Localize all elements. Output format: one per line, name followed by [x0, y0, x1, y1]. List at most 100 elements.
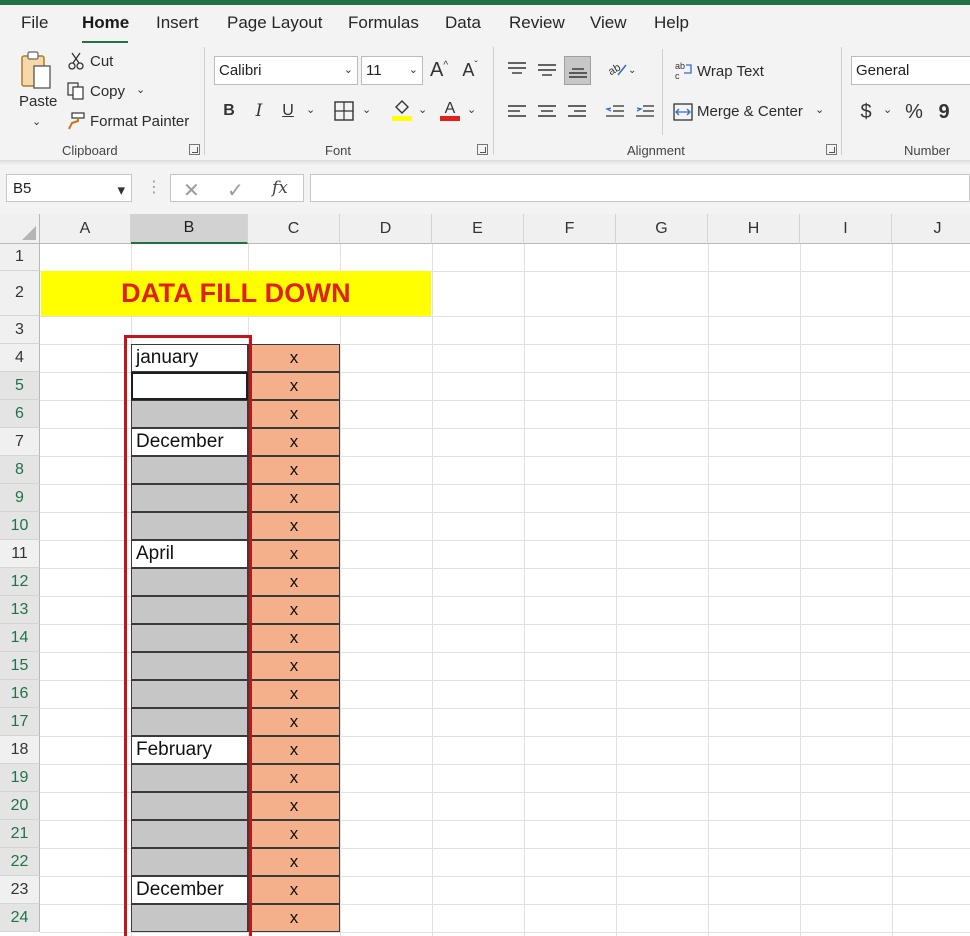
row-header-7[interactable]: 7 — [0, 428, 40, 456]
tab-home[interactable]: Home — [82, 13, 129, 33]
cell-b21[interactable] — [131, 820, 248, 848]
fill-color-icon[interactable] — [390, 97, 414, 123]
title-banner[interactable]: DATA FILL DOWN — [41, 271, 431, 316]
cell-b10[interactable] — [131, 512, 248, 540]
chevron-down-icon[interactable]: ⌄ — [418, 103, 427, 116]
comma-style-button[interactable]: 9 — [935, 99, 953, 125]
chevron-down-icon[interactable]: ▾ — [117, 181, 125, 199]
cell-c24[interactable]: x — [248, 904, 340, 932]
chevron-down-icon[interactable]: ⌄ — [32, 115, 41, 128]
row-header-15[interactable]: 15 — [0, 652, 40, 680]
insert-function-button[interactable]: fx — [272, 178, 288, 198]
formula-input[interactable] — [310, 174, 970, 202]
increase-indent-icon[interactable] — [633, 99, 657, 125]
row-header-20[interactable]: 20 — [0, 792, 40, 820]
row-header-19[interactable]: 19 — [0, 764, 40, 792]
chevron-down-icon[interactable]: ⌄ — [306, 103, 315, 116]
underline-button[interactable]: U — [277, 99, 299, 123]
row-header-1[interactable]: 1 — [0, 244, 40, 271]
column-header-h[interactable]: H — [708, 214, 800, 244]
cell-c21[interactable]: x — [248, 820, 340, 848]
cell-b11[interactable]: April — [131, 540, 248, 568]
cell-b23[interactable]: December — [131, 876, 248, 904]
select-all-button[interactable] — [0, 214, 40, 244]
currency-button[interactable]: $ — [856, 99, 876, 125]
row-header-21[interactable]: 21 — [0, 820, 40, 848]
row-header-10[interactable]: 10 — [0, 512, 40, 540]
row-header-14[interactable]: 14 — [0, 624, 40, 652]
enter-icon[interactable]: ✓ — [227, 178, 244, 203]
decrease-indent-icon[interactable] — [603, 99, 627, 125]
tab-formulas[interactable]: Formulas — [348, 13, 419, 33]
align-center-icon[interactable] — [535, 99, 559, 125]
column-header-f[interactable]: F — [524, 214, 616, 244]
cell-b6[interactable] — [131, 400, 248, 428]
worksheet-grid[interactable]: january x x x December x x x x April x x x x x x x Februa… — [0, 214, 970, 936]
align-left-icon[interactable] — [505, 99, 529, 125]
font-size-select[interactable]: 11 ⌄ — [361, 56, 423, 85]
cell-c6[interactable]: x — [248, 400, 340, 428]
copy-button[interactable]: Copy — [90, 83, 125, 100]
cell-c7[interactable]: x — [248, 428, 340, 456]
cell-c17[interactable]: x — [248, 708, 340, 736]
column-header-d[interactable]: D — [340, 214, 432, 244]
align-bottom-icon[interactable] — [564, 56, 591, 85]
paste-button[interactable]: Paste — [19, 93, 57, 110]
chevron-down-icon[interactable]: ⌄ — [467, 103, 476, 116]
cell-b12[interactable] — [131, 568, 248, 596]
row-header-5[interactable]: 5 — [0, 372, 40, 400]
chevron-down-icon[interactable]: ⌄ — [815, 103, 824, 116]
column-header-c[interactable]: C — [248, 214, 340, 244]
row-header-12[interactable]: 12 — [0, 568, 40, 596]
tab-file[interactable]: File — [21, 13, 48, 33]
font-name-select[interactable]: Calibri ⌄ — [214, 56, 358, 85]
cell-c18[interactable]: x — [248, 736, 340, 764]
cell-c9[interactable]: x — [248, 484, 340, 512]
dialog-launcher-icon[interactable] — [477, 144, 488, 155]
row-header-23[interactable]: 23 — [0, 876, 40, 904]
row-header-16[interactable]: 16 — [0, 680, 40, 708]
row-header-2[interactable]: 2 — [0, 271, 40, 316]
cancel-icon[interactable]: ✕ — [183, 178, 200, 203]
paste-icon[interactable] — [16, 49, 56, 93]
chevron-down-icon[interactable]: ⌄ — [362, 103, 371, 116]
name-box[interactable]: B5 ▾ — [6, 174, 132, 202]
cell-c14[interactable]: x — [248, 624, 340, 652]
tab-view[interactable]: View — [590, 13, 627, 33]
cell-c8[interactable]: x — [248, 456, 340, 484]
decrease-font-size-icon[interactable]: Aˇ — [459, 57, 481, 83]
cell-c4[interactable]: x — [248, 344, 340, 372]
cell-b22[interactable] — [131, 848, 248, 876]
row-header-22[interactable]: 22 — [0, 848, 40, 876]
align-top-icon[interactable] — [505, 56, 529, 82]
cell-c13[interactable]: x — [248, 596, 340, 624]
tab-insert[interactable]: Insert — [156, 13, 199, 33]
row-header-6[interactable]: 6 — [0, 400, 40, 428]
cell-b17[interactable] — [131, 708, 248, 736]
chevron-down-icon[interactable]: ⌄ — [136, 83, 145, 96]
row-header-11[interactable]: 11 — [0, 540, 40, 568]
cell-c22[interactable]: x — [248, 848, 340, 876]
cell-c15[interactable]: x — [248, 652, 340, 680]
bold-button[interactable]: B — [218, 99, 240, 123]
cell-c11[interactable]: x — [248, 540, 340, 568]
font-color-icon[interactable]: A — [438, 97, 462, 123]
row-header-18[interactable]: 18 — [0, 736, 40, 764]
column-header-i[interactable]: I — [800, 214, 892, 244]
tab-review[interactable]: Review — [509, 13, 565, 33]
cell-b9[interactable] — [131, 484, 248, 512]
row-header-9[interactable]: 9 — [0, 484, 40, 512]
align-right-icon[interactable] — [565, 99, 589, 125]
cell-b8[interactable] — [131, 456, 248, 484]
dialog-launcher-icon[interactable] — [826, 144, 837, 155]
cell-b15[interactable] — [131, 652, 248, 680]
orientation-icon[interactable]: ab ⌄ — [603, 56, 639, 82]
cell-b4[interactable]: january — [131, 344, 248, 372]
row-header-3[interactable]: 3 — [0, 316, 40, 344]
increase-font-size-icon[interactable]: A ^ — [428, 57, 450, 83]
column-header-g[interactable]: G — [616, 214, 708, 244]
cell-c10[interactable]: x — [248, 512, 340, 540]
cell-c23[interactable]: x — [248, 876, 340, 904]
row-header-8[interactable]: 8 — [0, 456, 40, 484]
percent-button[interactable]: % — [903, 99, 925, 125]
